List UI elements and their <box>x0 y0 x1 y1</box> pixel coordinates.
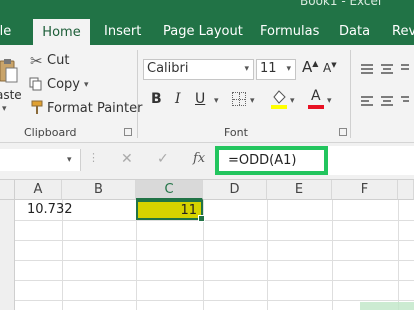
grow-font-icon[interactable]: A▲ <box>302 58 318 76</box>
enter-icon[interactable]: ✓ <box>157 151 169 167</box>
copy-dropdown-icon[interactable]: ▾ <box>84 80 89 90</box>
tab-file[interactable]: ile <box>0 18 11 45</box>
cancel-icon[interactable]: ✕ <box>121 151 133 167</box>
scissors-icon[interactable]: ✂ <box>30 52 43 70</box>
paste-button[interactable]: aste <box>0 88 22 102</box>
tab-insert[interactable]: Insert <box>104 18 141 45</box>
clipboard-dialog-launcher-icon[interactable] <box>124 128 132 136</box>
group-divider <box>350 50 351 138</box>
column-header-d[interactable]: D <box>203 180 267 200</box>
cell-c1-value: 11 <box>180 203 197 218</box>
format-painter-button[interactable]: Format Painter <box>47 101 142 116</box>
formula-text[interactable]: =ODD(A1) <box>228 153 296 168</box>
paste-dropdown-icon[interactable]: ▾ <box>2 104 7 114</box>
font-color-icon[interactable]: A <box>308 88 324 110</box>
gridline <box>332 200 333 310</box>
format-painter-icon[interactable] <box>29 99 45 115</box>
tab-formulas[interactable]: Formulas <box>260 18 319 45</box>
fill-color-icon[interactable] <box>270 88 288 110</box>
align-top-icons[interactable] <box>359 62 409 76</box>
underline-dropdown-icon[interactable]: ▾ <box>214 96 219 106</box>
tab-review[interactable]: Revi <box>392 18 414 45</box>
cell-a1[interactable]: 10.732 <box>27 202 73 217</box>
column-header-a[interactable]: A <box>15 180 62 200</box>
gridline <box>15 260 414 261</box>
underline-button[interactable]: U <box>195 91 205 107</box>
fill-color-dropdown-icon[interactable]: ▾ <box>290 96 295 106</box>
borders-dropdown-icon[interactable]: ▾ <box>250 96 255 106</box>
column-header-g[interactable] <box>398 180 414 200</box>
formula-bar-more-icon[interactable]: ⋮ <box>88 151 99 164</box>
font-group-label: Font <box>224 126 248 139</box>
bold-button[interactable]: B <box>151 91 162 107</box>
font-size-dropdown-icon[interactable]: ▾ <box>286 64 291 74</box>
tab-home[interactable]: Home <box>33 19 90 45</box>
column-header-e[interactable]: E <box>267 180 332 200</box>
gridline <box>398 200 399 310</box>
font-color-dropdown-icon[interactable]: ▾ <box>327 96 332 106</box>
borders-icon[interactable] <box>232 92 246 106</box>
gridline <box>15 240 414 241</box>
italic-button[interactable]: I <box>175 91 181 107</box>
gridline <box>15 220 414 221</box>
row-headers <box>0 200 15 310</box>
insert-function-button[interactable]: fx <box>193 151 205 166</box>
fill-handle[interactable] <box>198 215 205 222</box>
clipboard-group-label: Clipboard <box>24 126 77 139</box>
window-title: Book1 - Excel <box>300 0 382 8</box>
column-header-c[interactable]: C <box>136 180 203 200</box>
shrink-font-icon[interactable]: A▼ <box>323 61 337 75</box>
gridline <box>15 300 414 301</box>
font-size-box[interactable]: 11 ▾ <box>256 59 296 80</box>
select-all-corner[interactable] <box>0 180 15 200</box>
align-left-icons[interactable] <box>359 94 409 108</box>
copy-icon[interactable] <box>29 76 43 91</box>
column-header-b[interactable]: B <box>62 180 136 200</box>
font-name-dropdown-icon[interactable]: ▾ <box>244 64 249 74</box>
font-dialog-launcher-icon[interactable] <box>339 128 347 136</box>
tab-page-layout[interactable]: Page Layout <box>163 18 243 45</box>
cut-button[interactable]: Cut <box>47 53 69 68</box>
font-size-value: 11 <box>260 61 277 76</box>
font-name-box[interactable]: Calibri ▾ <box>143 59 254 80</box>
tab-data[interactable]: Data <box>339 18 370 45</box>
name-box-dropdown-icon[interactable]: ▾ <box>67 155 72 165</box>
formula-highlight-box: =ODD(A1) <box>215 146 328 175</box>
decorative-highlight <box>360 302 414 310</box>
paste-icon[interactable] <box>0 58 18 84</box>
column-header-f[interactable]: F <box>332 180 398 200</box>
gridline <box>15 280 414 281</box>
cell-c1[interactable]: 11 <box>136 200 205 222</box>
font-name-value: Calibri <box>147 61 189 76</box>
copy-button[interactable]: Copy <box>47 77 80 92</box>
group-divider <box>137 50 138 138</box>
gridline <box>267 200 268 310</box>
